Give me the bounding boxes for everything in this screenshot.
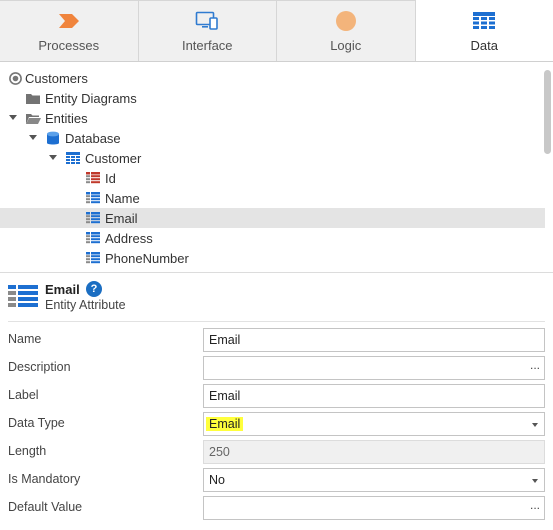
expand-arrow-icon[interactable] — [28, 133, 38, 143]
tree-item-address[interactable]: Address — [0, 228, 545, 248]
tab-label: Interface — [181, 38, 233, 53]
tree-item-label: Customers — [25, 70, 88, 86]
module-icon — [7, 70, 23, 86]
tree-item-label: Name — [105, 190, 140, 206]
length-field: 250 — [203, 440, 545, 464]
tab-logic[interactable]: Logic — [277, 0, 416, 61]
monitor-device-icon — [195, 10, 219, 32]
default-value-ellipsis-button[interactable]: ... — [530, 498, 540, 512]
data-table-icon — [473, 10, 496, 32]
tree-item-customer-entity[interactable]: Customer — [0, 148, 545, 168]
folder-icon — [25, 90, 41, 106]
field-value: Email — [209, 333, 241, 347]
field-value: Email — [209, 389, 241, 403]
tree-item-label: Database — [65, 130, 121, 146]
attribute-icon — [85, 190, 101, 206]
property-label: Data Type — [8, 416, 65, 430]
tree-item-email[interactable]: Email — [0, 208, 545, 228]
tree-item-database[interactable]: Database — [0, 128, 545, 148]
field-value: Email — [206, 417, 244, 431]
field-value: 250 — [209, 445, 230, 459]
name-field[interactable]: Email — [203, 328, 545, 352]
property-row-name: Name Email — [0, 326, 553, 354]
attribute-icon — [85, 230, 101, 246]
tree-item-entity-diagrams[interactable]: Entity Diagrams — [0, 88, 545, 108]
tab-data[interactable]: Data — [415, 0, 553, 61]
description-field[interactable]: ... — [203, 356, 545, 380]
property-row-label: Label Email — [0, 382, 553, 410]
entity-attribute-icon — [8, 285, 38, 310]
attribute-icon — [85, 210, 101, 226]
tree-item-label: Id — [105, 170, 116, 186]
dropdown-arrow-icon[interactable] — [532, 479, 538, 483]
database-icon — [45, 130, 61, 146]
tree-item-phonenumber[interactable]: PhoneNumber — [0, 248, 545, 268]
property-label: Length — [8, 444, 47, 458]
entity-icon — [65, 150, 81, 166]
tree-item-label: Entities — [45, 110, 88, 126]
expand-arrow-icon[interactable] — [48, 153, 58, 163]
identifier-attribute-icon — [85, 170, 101, 186]
tree-item-name[interactable]: Name — [0, 188, 545, 208]
logic-circle-icon — [335, 10, 357, 32]
properties-header: Email ? Entity Attribute — [0, 280, 553, 316]
tree-item-label: Customer — [85, 150, 142, 166]
expand-arrow-icon[interactable] — [8, 113, 18, 123]
tree-item-label: Address — [105, 230, 153, 246]
editor-tab-bar: Processes Interface Logic Data — [0, 0, 553, 62]
property-label: Description — [8, 360, 71, 374]
tab-label: Data — [470, 38, 498, 53]
tree-item-customers[interactable]: Customers — [0, 68, 545, 88]
tree-item-label: Email — [105, 210, 138, 226]
description-ellipsis-button[interactable]: ... — [530, 358, 540, 372]
property-row-default-value: Default Value ... — [0, 494, 553, 522]
property-label: Name — [8, 332, 42, 346]
tree-item-id[interactable]: Id — [0, 168, 545, 188]
tab-interface[interactable]: Interface — [138, 0, 277, 61]
property-row-length: Length 250 — [0, 438, 553, 466]
property-row-data-type: Data Type Email — [0, 410, 553, 438]
property-row-is-mandatory: Is Mandatory No — [0, 466, 553, 494]
attribute-icon — [85, 250, 101, 266]
tree-item-label: PhoneNumber — [105, 250, 189, 266]
processes-chevron-icon — [58, 10, 80, 32]
tree-item-entities[interactable]: Entities — [0, 108, 545, 128]
tab-label: Processes — [38, 38, 100, 53]
property-label: Default Value — [8, 500, 83, 514]
panel-divider — [0, 272, 553, 273]
field-value: No — [209, 473, 225, 487]
properties-subtitle: Entity Attribute — [45, 298, 126, 312]
label-field[interactable]: Email — [203, 384, 545, 408]
tab-label: Logic — [330, 38, 362, 53]
default-value-field[interactable]: ... — [203, 496, 545, 520]
folder-open-icon — [25, 110, 41, 126]
tree-scrollbar[interactable] — [544, 70, 551, 154]
property-label: Label — [8, 388, 39, 402]
tab-processes[interactable]: Processes — [0, 0, 139, 61]
is-mandatory-dropdown[interactable]: No — [203, 468, 545, 492]
tree-item-label: Entity Diagrams — [45, 90, 137, 106]
properties-title: Email — [45, 282, 80, 297]
help-icon[interactable]: ? — [86, 281, 102, 297]
dropdown-arrow-icon[interactable] — [532, 423, 538, 427]
property-row-description: Description ... — [0, 354, 553, 382]
properties-divider — [8, 321, 545, 322]
data-type-dropdown[interactable]: Email — [203, 412, 545, 436]
data-tree: Customers Entity Diagrams Entities Datab… — [0, 68, 553, 268]
property-label: Is Mandatory — [8, 472, 81, 486]
